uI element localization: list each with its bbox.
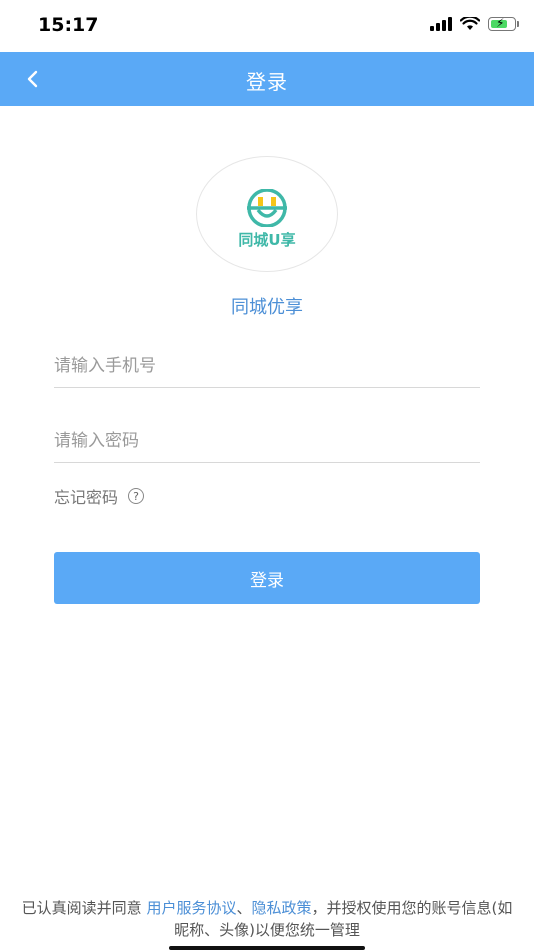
nav-bar: 登录 — [0, 52, 534, 106]
logo-text: 同城U享 — [238, 231, 296, 249]
home-indicator — [169, 946, 365, 950]
phone-input[interactable] — [54, 344, 480, 387]
battery-charging-icon: ⚡ — [488, 16, 519, 31]
status-time: 15:17 — [38, 14, 99, 36]
status-icons: ⚡ — [430, 16, 519, 31]
forgot-password-label: 忘记密码 — [54, 488, 119, 507]
page-title: 登录 — [246, 70, 288, 94]
agreement-separator: 、 — [236, 899, 252, 917]
user-agreement-link[interactable]: 用户服务协议 — [146, 899, 236, 917]
question-circle-icon[interactable]: ? — [128, 488, 145, 504]
app-name: 同城优享 — [231, 297, 303, 318]
agreement-text: 已认真阅读并同意 用户服务协议、隐私政策，并授权使用您的账号信息(如昵称、头像)… — [20, 897, 514, 941]
forgot-password-link[interactable]: 忘记密码 ? — [54, 484, 145, 508]
password-input[interactable] — [54, 419, 480, 462]
privacy-policy-link[interactable]: 隐私政策 — [251, 899, 311, 917]
phone-field — [54, 344, 480, 388]
signal-icon — [430, 17, 452, 31]
login-button[interactable]: 登录 — [54, 552, 480, 604]
wifi-icon — [460, 17, 480, 30]
status-bar: 15:17 ⚡ — [0, 0, 534, 52]
app-logo: 同城U享 — [196, 156, 338, 272]
password-field — [54, 419, 480, 463]
agreement-prefix: 已认真阅读并同意 — [21, 899, 147, 917]
logo-mark-icon — [247, 189, 287, 227]
